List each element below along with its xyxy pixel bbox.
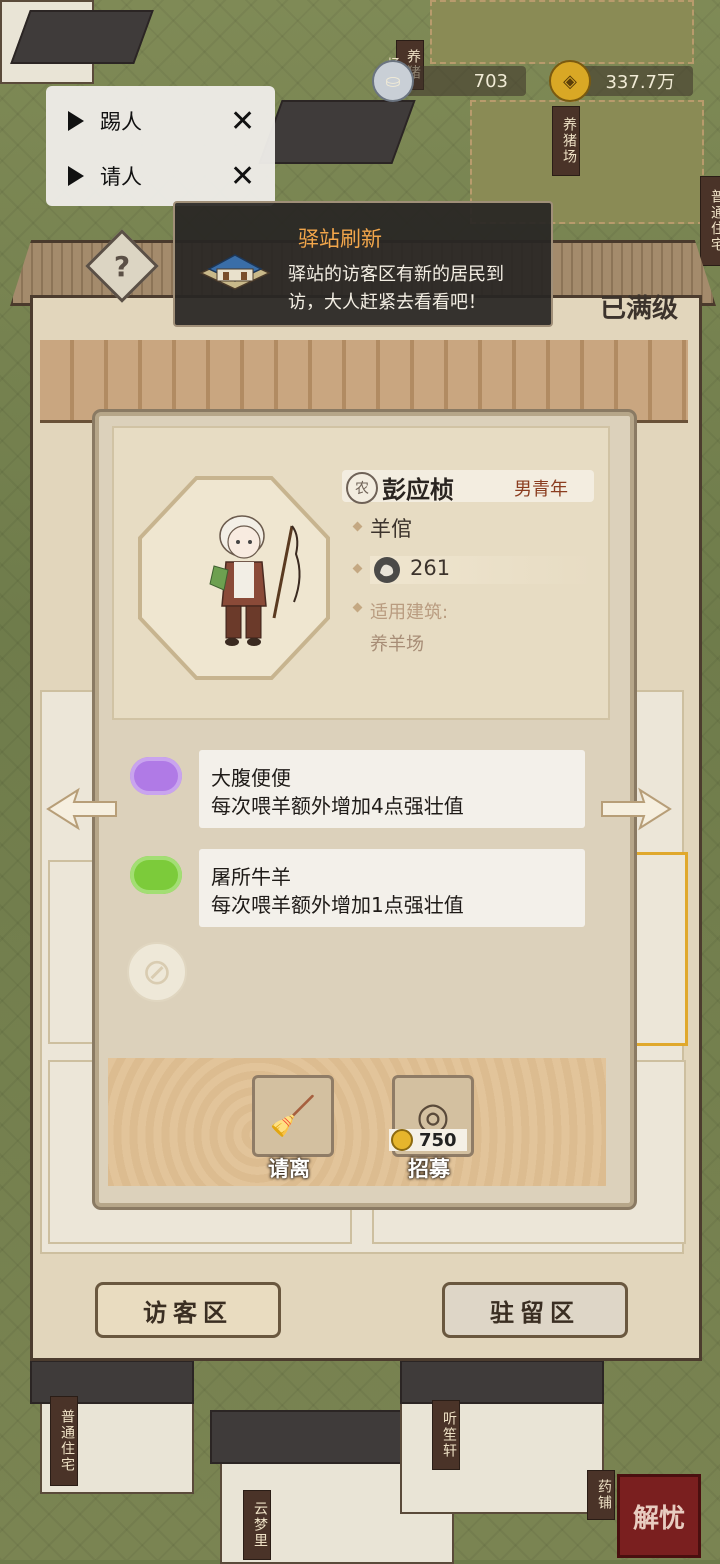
strength-icon <box>374 557 400 583</box>
station-beams <box>40 340 688 423</box>
copper-coin-icon <box>391 1129 413 1151</box>
debug-menu: 踢人 ✕ 请人 ✕ <box>46 86 275 206</box>
empty-trait-slot: ⊘ <box>127 942 187 1002</box>
green-sheep-icon <box>125 844 187 906</box>
map-house <box>400 1390 604 1514</box>
action-panel <box>108 1058 606 1186</box>
close-icon[interactable]: ✕ <box>230 104 255 139</box>
dismiss-button[interactable]: 🧹 <box>252 1075 334 1157</box>
map-roof <box>258 100 416 164</box>
help-icon: ? <box>113 249 131 283</box>
arrow-left-icon <box>46 787 117 831</box>
station-building-icon <box>199 254 271 290</box>
debug-item-label: 踢人 <box>100 110 142 134</box>
tab-visitor-area[interactable]: 访客区 <box>95 1282 281 1338</box>
close-icon[interactable]: ✕ <box>230 159 255 194</box>
recruit-cost-value: 750 <box>419 1129 457 1151</box>
trait-desc: 每次喂羊额外增加1点强壮值 <box>211 893 464 917</box>
resident-profession: 羊倌 <box>370 517 412 541</box>
copper-counter: ◈ 337.7万 <box>549 60 693 102</box>
trait-card: 大腹便便 每次喂羊额外增加4点强壮值 <box>199 750 585 828</box>
silver-ingot-icon: ⛀ <box>372 60 414 102</box>
dismiss-label: 请离 <box>268 1157 310 1181</box>
occupation-badge: 农 <box>346 472 378 504</box>
map-roof <box>10 10 154 64</box>
trait-desc: 每次喂羊额外增加4点强壮值 <box>211 794 464 818</box>
trait-card: 屠所牛羊 每次喂羊额外增加1点强壮值 <box>199 849 585 927</box>
arrow-right-icon <box>601 787 672 831</box>
trait-name: 大腹便便 <box>211 766 291 790</box>
map-sign[interactable]: 养猪场 <box>552 106 580 176</box>
prev-arrow-button[interactable] <box>44 786 120 832</box>
recruit-cost: 750 <box>389 1129 467 1151</box>
resident-avatar <box>209 515 301 646</box>
toast-title: 驿站刷新 <box>298 227 382 251</box>
strength-bar <box>370 556 594 584</box>
tab-resident-area[interactable]: 驻留区 <box>442 1282 628 1338</box>
play-icon <box>68 111 84 131</box>
resident-gender-age: 男青年 <box>514 479 568 500</box>
debug-item-label: 请人 <box>100 165 142 189</box>
map-sign[interactable]: 云梦里 <box>243 1490 271 1560</box>
map-sign[interactable]: 听笙轩 <box>432 1400 460 1470</box>
copper-value: 337.7万 <box>605 72 675 93</box>
broom-icon: 🧹 <box>269 1093 317 1138</box>
relief-seal-button[interactable]: 解忧 <box>617 1474 701 1558</box>
purple-sheep-icon <box>125 745 187 807</box>
debug-item-kick[interactable]: 踢人 ✕ <box>68 104 268 139</box>
map-sign[interactable]: 药铺 <box>587 1470 615 1520</box>
map-pen <box>430 0 694 64</box>
copper-coin-icon: ◈ <box>549 60 591 102</box>
building-value: 养羊场 <box>370 634 424 655</box>
strength-value: 261 <box>410 556 451 580</box>
resident-name: 彭应桢 <box>382 476 454 504</box>
debug-item-invite[interactable]: 请人 ✕ <box>68 159 268 194</box>
toast-message: 驿站的访客区有新的居民到访，大人赶紧去看看吧！ <box>288 264 504 313</box>
map-sign[interactable]: 普通住宅 <box>50 1396 78 1486</box>
silver-value: 703 <box>473 70 508 92</box>
station-refresh-toast[interactable]: 驿站刷新 驿站的访客区有新的居民到访，大人赶紧去看看吧！ <box>173 201 553 327</box>
max-level-label: 已满级 <box>600 294 679 324</box>
play-icon <box>68 166 84 186</box>
trait-name: 屠所牛羊 <box>211 865 291 889</box>
building-label: 适用建筑: <box>370 602 449 623</box>
map-roof <box>400 1360 604 1404</box>
silver-counter: ⛀ 703 <box>372 60 526 102</box>
empty-slot-icon: ⊘ <box>141 951 173 993</box>
map-sign[interactable]: 普通住宅 <box>700 176 720 266</box>
next-arrow-button[interactable] <box>598 786 674 832</box>
recruit-label: 招募 <box>408 1157 450 1181</box>
